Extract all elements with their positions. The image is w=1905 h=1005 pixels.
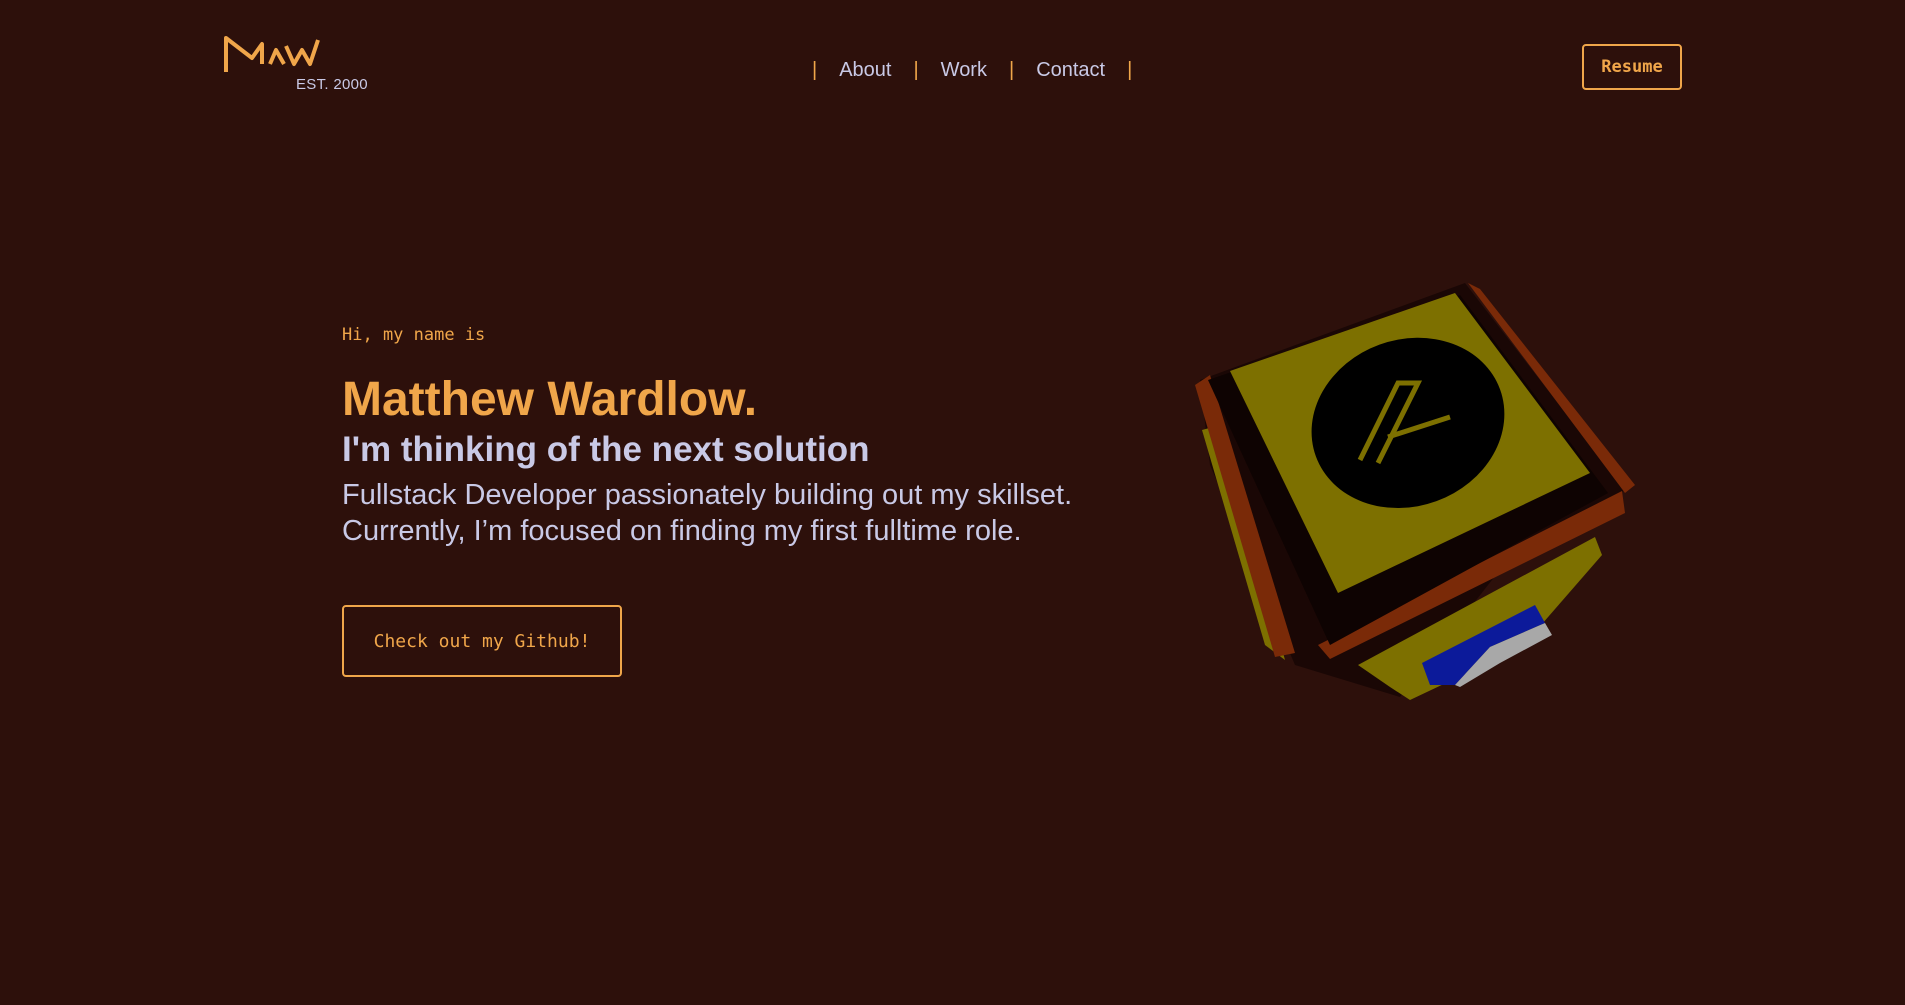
hero-section: Hi, my name is Matthew Wardlow. I'm thin… (342, 325, 1162, 677)
hero-tagline: I'm thinking of the next solution (342, 430, 870, 469)
hero-description-line-1: Fullstack Developer passionately buildin… (342, 479, 1073, 511)
resume-button[interactable]: Resume (1582, 44, 1682, 90)
nav-item-contact[interactable]: Contact (1014, 59, 1127, 82)
site-header: EST. 2000 | About | Work | Contact | Res… (0, 0, 1905, 130)
hero-description-line-2: Currently, I’m focused on finding my fir… (342, 515, 1022, 547)
nav-separator: | (1127, 58, 1133, 81)
github-button[interactable]: Check out my Github! (342, 605, 622, 677)
cube-icon (1195, 283, 1635, 700)
nav-item-work[interactable]: Work (919, 59, 1009, 82)
hero-description: Fullstack Developer passionately buildin… (342, 477, 1162, 549)
logo-subtitle: EST. 2000 (296, 76, 368, 93)
site-logo[interactable]: EST. 2000 (222, 34, 382, 96)
3d-cube-graphic[interactable] (1190, 275, 1640, 715)
logo-mark-icon (224, 36, 320, 72)
nav-item-about[interactable]: About (817, 59, 913, 82)
main-nav: | About | Work | Contact | (812, 56, 1132, 84)
hero-intro: Hi, my name is (342, 325, 486, 345)
hero-name: Matthew Wardlow. (342, 373, 758, 426)
